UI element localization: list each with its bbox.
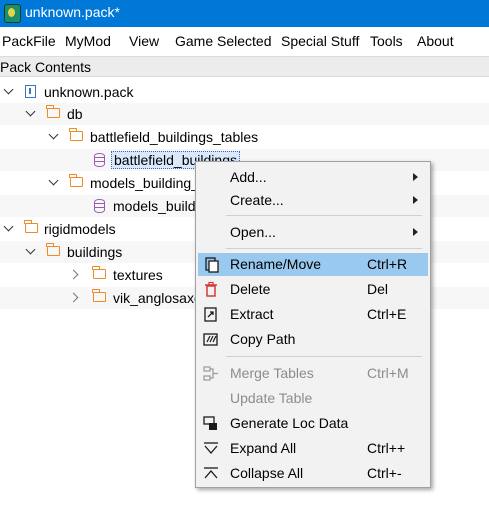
menu-mymod[interactable]: MyMod xyxy=(65,33,111,49)
folder-icon xyxy=(69,174,83,187)
pack-file-icon xyxy=(25,85,36,98)
submenu-arrow-icon xyxy=(413,196,418,204)
menu-item-label: Add... xyxy=(230,169,267,185)
menu-item-label: Copy Path xyxy=(230,331,296,347)
copy-path-icon xyxy=(203,333,218,346)
menu-item-shortcut: Del xyxy=(367,281,389,297)
menu-item-shortcut: Ctrl+E xyxy=(367,306,407,322)
folder-icon xyxy=(92,289,106,302)
menu-item-shortcut: Ctrl++ xyxy=(367,440,406,456)
menu-item-label: Rename/Move xyxy=(230,256,322,272)
extract-icon xyxy=(204,307,217,322)
folder-icon xyxy=(24,220,38,233)
tree-label: models_build xyxy=(113,198,196,214)
menu-item-label: Delete xyxy=(230,281,271,297)
menu-item-rename-move[interactable]: Rename/Move Ctrl+R xyxy=(198,253,428,276)
generate-icon xyxy=(203,416,217,430)
pack-contents-header[interactable]: Pack Contents xyxy=(0,56,489,77)
menu-item-copy-path[interactable]: Copy Path xyxy=(198,328,428,351)
tree-row-folder[interactable]: battlefield_buildings_tables xyxy=(0,126,489,148)
submenu-arrow-icon xyxy=(413,228,418,236)
tree-row-pack[interactable]: unknown.pack xyxy=(0,81,489,103)
chevron-down-icon[interactable] xyxy=(3,221,14,232)
collapse-icon xyxy=(204,467,218,479)
chevron-down-icon[interactable] xyxy=(48,129,59,140)
menu-item-expand-all[interactable]: Expand All Ctrl++ xyxy=(198,437,428,460)
tree-label: db xyxy=(67,106,83,122)
menu-item-open[interactable]: Open... xyxy=(198,221,428,244)
menu-item-shortcut: Ctrl+R xyxy=(367,256,408,272)
menu-item-collapse-all[interactable]: Collapse All Ctrl+- xyxy=(198,462,428,485)
menu-item-add[interactable]: Add... xyxy=(198,166,428,189)
merge-icon xyxy=(203,366,218,381)
menu-item-merge-tables[interactable]: Merge Tables Ctrl+M xyxy=(198,362,428,385)
menu-item-label: Expand All xyxy=(230,440,297,456)
chevron-down-icon[interactable] xyxy=(25,106,36,117)
menu-item-label: Merge Tables xyxy=(230,365,314,381)
expand-icon xyxy=(204,442,218,454)
menu-separator xyxy=(226,248,422,249)
menu-special-stuff[interactable]: Special Stuff xyxy=(281,33,359,49)
tree-label: buildings xyxy=(67,244,123,260)
menu-about[interactable]: About xyxy=(417,33,454,49)
tree-row-db[interactable]: db xyxy=(0,103,489,125)
trash-icon xyxy=(205,281,217,297)
menu-item-label: Extract xyxy=(230,306,274,322)
tree-label: models_building_ xyxy=(90,175,199,191)
menu-item-delete[interactable]: Delete Del xyxy=(198,278,428,301)
folder-icon xyxy=(46,243,60,256)
rename-icon xyxy=(205,257,219,273)
db-table-icon xyxy=(94,153,105,167)
menu-item-label: Update Table xyxy=(230,390,313,406)
menu-game-selected[interactable]: Game Selected xyxy=(175,33,272,49)
menu-item-create[interactable]: Create... xyxy=(198,189,428,212)
menu-separator xyxy=(226,215,422,216)
chevron-right-icon[interactable] xyxy=(68,292,79,303)
tree-label: vik_anglosaxo xyxy=(113,290,202,306)
window-title: unknown.pack* xyxy=(25,4,120,20)
pack-contents-title: Pack Contents xyxy=(0,59,92,75)
menu-item-update-table[interactable]: Update Table xyxy=(198,387,428,410)
menu-item-generate-loc-data[interactable]: Generate Loc Data xyxy=(198,412,428,435)
menu-item-label: Create... xyxy=(230,192,284,208)
menu-view[interactable]: View xyxy=(129,33,159,49)
menu-item-shortcut: Ctrl+M xyxy=(367,365,409,381)
folder-icon xyxy=(69,128,83,141)
menu-packfile[interactable]: PackFile xyxy=(2,33,56,49)
chevron-right-icon[interactable] xyxy=(68,269,79,280)
tree-label: battlefield_buildings_tables xyxy=(90,129,259,145)
menu-item-extract[interactable]: Extract Ctrl+E xyxy=(198,303,428,326)
menu-item-label: Generate Loc Data xyxy=(230,415,349,431)
chevron-down-icon[interactable] xyxy=(48,175,59,186)
menu-item-label: Open... xyxy=(230,224,276,240)
menu-tools[interactable]: Tools xyxy=(370,33,403,49)
folder-icon xyxy=(92,266,106,279)
chevron-down-icon[interactable] xyxy=(25,244,36,255)
menu-item-shortcut: Ctrl+- xyxy=(367,465,402,481)
tree-label: textures xyxy=(113,267,163,283)
db-table-icon xyxy=(94,199,105,213)
chevron-down-icon[interactable] xyxy=(3,84,14,95)
menu-item-label: Collapse All xyxy=(230,465,304,481)
app-icon xyxy=(4,4,21,23)
menu-separator xyxy=(226,356,422,357)
menu-bar: PackFile MyMod View Game Selected Specia… xyxy=(0,27,489,56)
submenu-arrow-icon xyxy=(413,173,418,181)
tree-label: unknown.pack xyxy=(44,84,134,100)
context-menu: Add... Create... Open... Rename/Move Ctr… xyxy=(195,161,431,488)
folder-icon xyxy=(46,105,60,118)
title-bar: unknown.pack* xyxy=(0,0,489,27)
tree-label: rigidmodels xyxy=(44,221,116,237)
